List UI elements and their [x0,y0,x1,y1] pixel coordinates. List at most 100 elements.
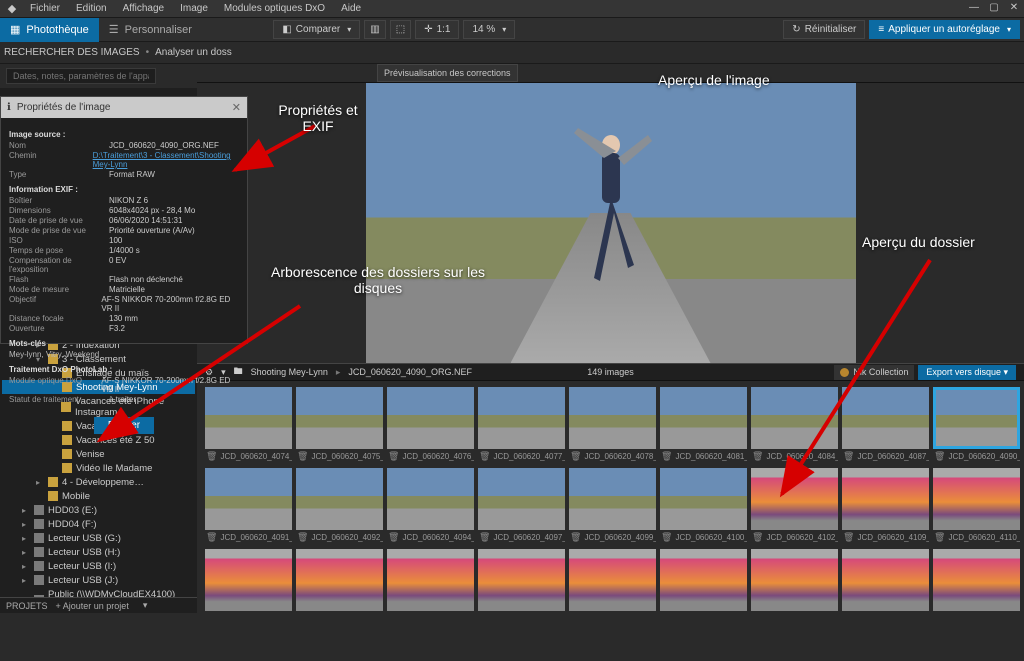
thumbnail[interactable] [387,549,474,611]
trash-icon[interactable]: 🗑 [297,532,308,543]
tree-item[interactable]: ▸Lecteur USB (G:) [2,531,195,545]
trash-icon[interactable]: 🗑 [479,532,490,543]
layout-button[interactable]: ▥ [364,20,385,39]
trash-icon[interactable]: 🗑 [206,451,217,462]
trash-icon[interactable]: 🗑 [570,532,581,543]
thumbnail[interactable]: 🗑JCD_060620_4081_ORG… [660,387,747,464]
drive-icon [34,575,44,585]
prop-key: Dimensions [9,206,109,215]
drive-icon [34,519,44,529]
thumb-image [751,549,838,611]
tab-phototheque[interactable]: ▦ Photothèque [0,18,99,42]
minimize-button[interactable]: — [964,0,984,18]
preview-corrections-button[interactable]: Prévisualisation des corrections [377,64,518,82]
menu-modules optiques dxo[interactable]: Modules optiques DxO [216,1,333,16]
thumbnail[interactable] [478,549,565,611]
prop-value: 0 EV [109,256,126,274]
thumbnail[interactable]: 🗑JCD_060620_4094_ORG… [387,468,474,545]
tree-item[interactable]: ▸4 - Développeme… [2,475,195,489]
thumbnail[interactable]: 🗑JCD_060620_4076_ORG… [387,387,474,464]
search-title: RECHERCHER DES IMAGES [4,47,140,58]
tree-item[interactable]: Vidéo Ile Madame [2,461,195,475]
caret-icon: ▸ [22,576,30,585]
app-logo-icon: ◆ [4,1,20,17]
close-button[interactable]: ✕ [1004,0,1024,18]
thumbnail[interactable]: 🗑JCD_060620_4100_ORG… [660,468,747,545]
dialog-close-button[interactable]: ✕ [232,101,241,114]
reset-button[interactable]: ↻ Réinitialiser [783,20,865,39]
trash-icon[interactable]: 🗑 [388,451,399,462]
thumbnail[interactable] [660,549,747,611]
tree-item[interactable]: ▸Public (\\WDMyCloudEX4100) (X:) [2,587,195,597]
prop-value: 06/06/2020 14:51:31 [109,216,182,225]
trash-icon[interactable]: 🗑 [570,451,581,462]
crop-button[interactable]: ⬚ [390,20,411,39]
analyze-folder-button[interactable]: Analyser un doss [155,47,232,58]
thumbnail[interactable] [751,549,838,611]
ratio-button[interactable]: ✛ 1:1 [415,20,459,39]
tree-item[interactable]: ▸Lecteur USB (I:) [2,559,195,573]
tree-item[interactable]: ▸Lecteur USB (J:) [2,573,195,587]
trash-icon[interactable]: 🗑 [479,451,490,462]
menu-image[interactable]: Image [172,1,216,16]
caret-icon: ▸ [22,562,30,571]
menu-affichage[interactable]: Affichage [115,1,173,16]
thumb-filename: JCD_060620_4094_ORG… [402,533,474,542]
trash-icon[interactable]: 🗑 [752,532,763,543]
thumb-filename: JCD_060620_4090_ORG… [948,452,1020,461]
prop-key: Temps de pose [9,246,109,255]
menu-edition[interactable]: Edition [68,1,115,16]
trash-icon[interactable]: 🗑 [297,451,308,462]
trash-icon[interactable]: 🗑 [934,532,945,543]
prop-value: 1/4000 s [109,246,140,255]
thumbnail[interactable]: 🗑JCD_060620_4091_ORG… [205,468,292,545]
thumb-image [842,549,929,611]
prop-value: JCD_060620_4090_ORG.NEF [109,141,219,150]
tree-label: Venise [76,449,105,460]
compare-icon: ◧ [282,24,291,35]
thumb-image [478,468,565,530]
thumbnail[interactable] [296,549,383,611]
thumbnail[interactable] [933,549,1020,611]
thumbnail[interactable]: 🗑JCD_060620_4099_ORG… [569,468,656,545]
thumb-image [933,549,1020,611]
thumbnail[interactable] [842,549,929,611]
tree-item[interactable]: ▸HDD04 (F:) [2,517,195,531]
tree-label: Vidéo Ile Madame [76,463,152,474]
zoom-dropdown[interactable]: 14 % [463,20,515,39]
thumb-filename: JCD_060620_4074_ORG… [220,452,292,461]
search-input[interactable] [6,68,156,84]
trash-icon[interactable]: 🗑 [206,532,217,543]
thumb-filename: JCD_060620_4099_ORG… [584,533,656,542]
thumbnail[interactable] [569,549,656,611]
prop-value[interactable]: D:\Traitement\3 - Classement\Shooting Me… [93,151,239,169]
tree-label: 4 - Développeme… [62,477,144,488]
thumbnail[interactable]: 🗑JCD_060620_4077_ORG… [478,387,565,464]
apply-preset-button[interactable]: ≡ Appliquer un autoréglage [869,20,1020,39]
thumb-image [569,387,656,449]
trash-icon[interactable]: 🗑 [752,451,763,462]
trash-icon[interactable]: 🗑 [661,451,672,462]
menu-aide[interactable]: Aide [333,1,369,16]
tab-personnaliser[interactable]: ☰ Personnaliser [99,18,202,42]
folder-icon [62,449,72,459]
thumbnail[interactable]: 🗑JCD_060620_4078_ORG… [569,387,656,464]
compare-button[interactable]: ◧ Comparer [273,20,360,39]
projects-label[interactable]: PROJETS [6,601,48,611]
thumbnail[interactable]: 🗑JCD_060620_4097_ORG… [478,468,565,545]
tree-item[interactable]: Mobile [2,489,195,503]
prop-value: Priorité ouverture (A/Av) [109,226,195,235]
trash-icon[interactable]: 🗑 [661,532,672,543]
thumb-filename: JCD_060620_4076_ORG… [402,452,474,461]
trash-icon[interactable]: 🗑 [843,532,854,543]
trash-icon[interactable]: 🗑 [388,532,399,543]
tree-item[interactable]: ▸Lecteur USB (H:) [2,545,195,559]
maximize-button[interactable]: ▢ [984,0,1004,18]
thumbnail[interactable]: 🗑JCD_060620_4092_ORG… [296,468,383,545]
tree-item[interactable]: ▸HDD03 (E:) [2,503,195,517]
add-project-button[interactable]: + Ajouter un projet [56,601,129,611]
drive-icon [34,505,44,515]
thumbnail[interactable] [205,549,292,611]
menu-fichier[interactable]: Fichier [22,1,68,16]
tree-label: Public (\\WDMyCloudEX4100) (X:) [48,589,193,598]
